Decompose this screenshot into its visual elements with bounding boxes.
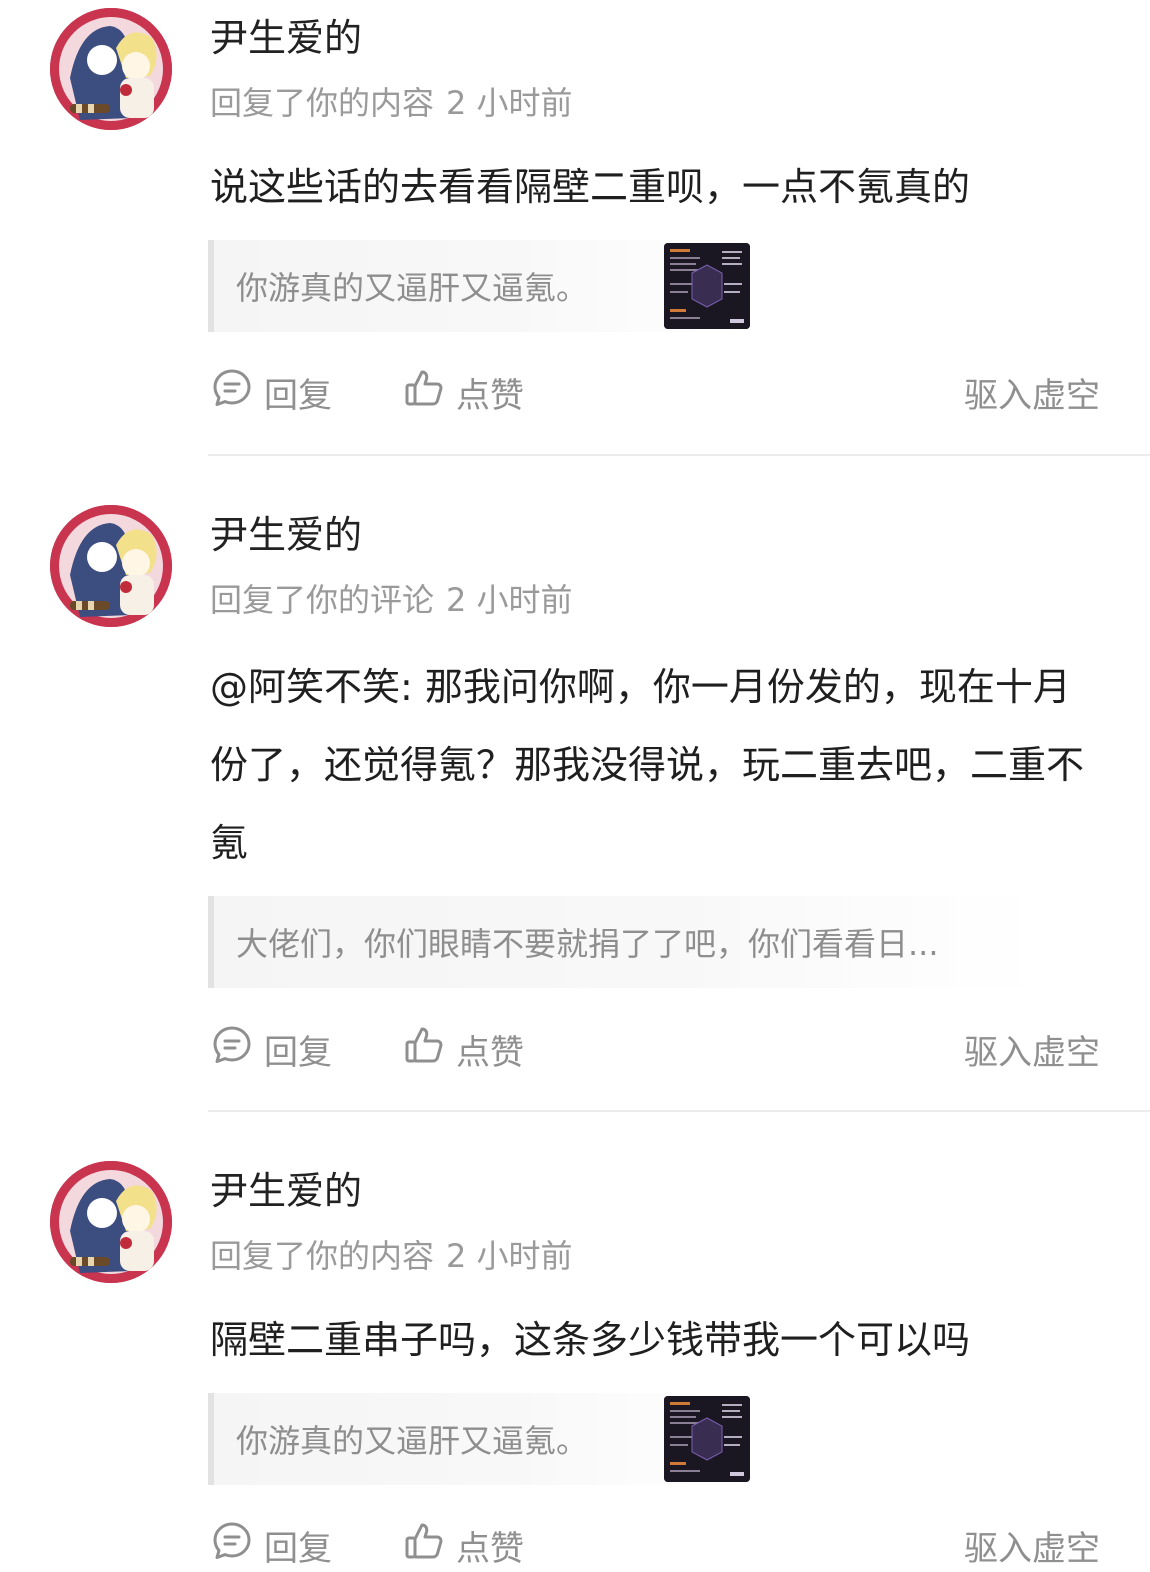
notification-item: 尹生爱的 回复了你的内容 2 小时前 隔壁二重串子吗，这条多少钱带我一个可以吗 你… [0, 1153, 1150, 1569]
void-button[interactable]: 驱入虚空 [964, 366, 1100, 418]
username[interactable]: 尹生爱的 [210, 12, 362, 64]
reply-label: 回复 [264, 1528, 332, 1569]
thumbnail-image [664, 243, 750, 329]
quoted-thumbnail[interactable] [664, 243, 750, 329]
quoted-text: 你游真的又逼肝又逼氪。 [236, 269, 589, 307]
reply-content: @阿笑不笑: 那我问你啊，你一月份发的，现在十月份了，还觉得氪？那我没得说，玩二… [210, 665, 1085, 865]
quoted-thumbnail[interactable] [664, 1396, 750, 1482]
action-bar: 回复 点赞 驱入虚空 [210, 1023, 1100, 1075]
reply-label: 回复 [264, 375, 332, 416]
divider [208, 1110, 1150, 1112]
timestamp: 2 小时前 [446, 581, 573, 619]
quoted-post[interactable]: 你游真的又逼肝又逼氪。 [208, 1393, 750, 1485]
timestamp: 2 小时前 [446, 84, 573, 122]
avatar[interactable] [50, 8, 172, 130]
divider [208, 454, 1150, 456]
reply-label: 回复 [264, 1032, 332, 1073]
avatar[interactable] [50, 505, 172, 627]
username[interactable]: 尹生爱的 [210, 509, 362, 561]
quoted-text: 你游真的又逼肝又逼氪。 [236, 1422, 589, 1460]
avatar[interactable] [50, 1161, 172, 1283]
like-button[interactable]: 点赞 [402, 366, 524, 418]
action-text: 回复了你的内容 [210, 84, 435, 122]
quoted-post[interactable]: 你游真的又逼肝又逼氪。 [208, 240, 750, 332]
like-label: 点赞 [456, 1528, 524, 1569]
thumbs-up-icon [402, 1519, 446, 1572]
reply-content: 说这些话的去看看隔壁二重呗，一点不氪真的 [210, 165, 971, 209]
reply-button[interactable]: 回复 [210, 1519, 332, 1571]
action-bar: 回复 点赞 驱入虚空 [210, 366, 1100, 418]
reply-button[interactable]: 回复 [210, 366, 332, 418]
quoted-post[interactable]: 大佬们，你们眼睛不要就捐了了吧，你们看看日... [208, 896, 1038, 988]
notification-meta: 回复了你的内容 2 小时前 [210, 1233, 573, 1279]
reply-content: 隔壁二重串子吗，这条多少钱带我一个可以吗 [210, 1318, 971, 1362]
notification-item: 尹生爱的 回复了你的内容 2 小时前 说这些话的去看看隔壁二重呗，一点不氪真的 你… [0, 0, 1150, 456]
like-label: 点赞 [456, 1032, 524, 1073]
timestamp: 2 小时前 [446, 1237, 573, 1275]
quoted-text: 大佬们，你们眼睛不要就捐了了吧，你们看看日... [236, 925, 939, 963]
like-label: 点赞 [456, 375, 524, 416]
like-button[interactable]: 点赞 [402, 1023, 524, 1075]
action-bar: 回复 点赞 驱入虚空 [210, 1519, 1100, 1571]
avatar-image [50, 1161, 172, 1283]
void-button[interactable]: 驱入虚空 [964, 1023, 1100, 1075]
action-text: 回复了你的评论 [210, 581, 435, 619]
notification-item: 尹生爱的 回复了你的评论 2 小时前 @阿笑不笑: 那我问你啊，你一月份发的，现在… [0, 497, 1150, 1113]
like-button[interactable]: 点赞 [402, 1519, 524, 1571]
avatar-image [50, 505, 172, 627]
void-button[interactable]: 驱入虚空 [964, 1519, 1100, 1571]
notification-meta: 回复了你的内容 2 小时前 [210, 80, 573, 126]
thumbnail-image [664, 1396, 750, 1482]
comment-bubble-icon [210, 1023, 254, 1076]
reply-button[interactable]: 回复 [210, 1023, 332, 1075]
thumbs-up-icon [402, 366, 446, 419]
thumbs-up-icon [402, 1023, 446, 1076]
avatar-image [50, 8, 172, 130]
action-text: 回复了你的内容 [210, 1237, 435, 1275]
comment-bubble-icon [210, 1519, 254, 1572]
username[interactable]: 尹生爱的 [210, 1165, 362, 1217]
notification-meta: 回复了你的评论 2 小时前 [210, 577, 573, 623]
comment-bubble-icon [210, 366, 254, 419]
